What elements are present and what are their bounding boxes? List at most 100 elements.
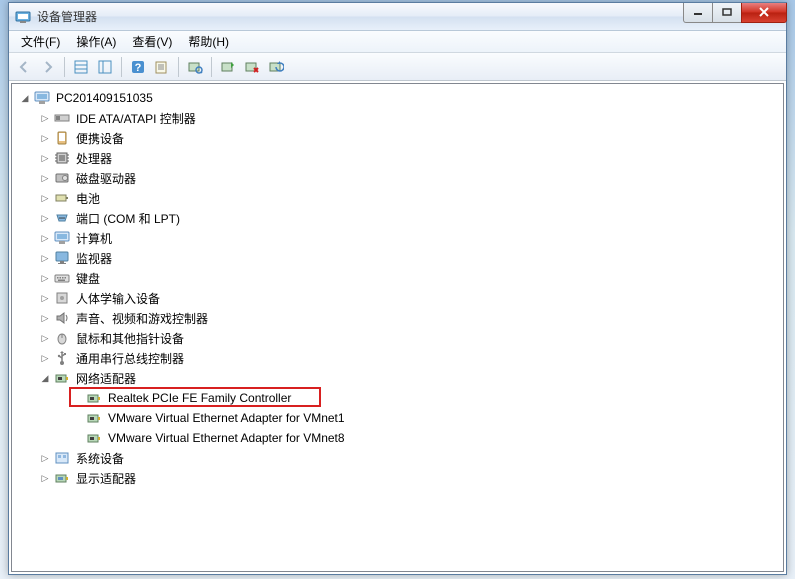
tree-category-battery[interactable]: ▷ 电池 bbox=[14, 188, 781, 208]
expand-icon[interactable]: ▷ bbox=[38, 331, 52, 345]
keyboard-icon bbox=[54, 270, 70, 286]
expand-icon[interactable]: ▷ bbox=[38, 211, 52, 225]
expand-icon[interactable]: ▷ bbox=[38, 251, 52, 265]
tree-label: 计算机 bbox=[74, 229, 114, 248]
tree-item-vmnet8[interactable]: VMware Virtual Ethernet Adapter for VMne… bbox=[14, 428, 781, 448]
tree-category-sound[interactable]: ▷ 声音、视频和游戏控制器 bbox=[14, 308, 781, 328]
view-list-button[interactable] bbox=[70, 56, 92, 78]
network-adapter-icon bbox=[86, 390, 102, 406]
portable-device-icon bbox=[54, 130, 70, 146]
toolbar: ? bbox=[9, 53, 786, 81]
monitor-icon bbox=[54, 250, 70, 266]
close-button[interactable] bbox=[741, 3, 787, 23]
cpu-icon bbox=[54, 150, 70, 166]
app-icon bbox=[15, 9, 31, 25]
enable-button[interactable] bbox=[217, 56, 239, 78]
expand-icon[interactable]: ▷ bbox=[38, 171, 52, 185]
maximize-button[interactable] bbox=[712, 3, 742, 23]
menu-action[interactable]: 操作(A) bbox=[68, 30, 124, 53]
tree-label: 声音、视频和游戏控制器 bbox=[74, 309, 210, 328]
tree-spacer bbox=[70, 411, 84, 425]
tree-category-computer[interactable]: ▷ 计算机 bbox=[14, 228, 781, 248]
computer-icon bbox=[34, 90, 50, 106]
tree-label: 显示适配器 bbox=[74, 469, 138, 488]
tree-category-display[interactable]: ▷ 显示适配器 bbox=[14, 468, 781, 488]
menubar: 文件(F) 操作(A) 查看(V) 帮助(H) bbox=[9, 31, 786, 53]
expand-icon[interactable]: ▷ bbox=[38, 291, 52, 305]
tree-category-usb[interactable]: ▷ 通用串行总线控制器 bbox=[14, 348, 781, 368]
tree-category-keyboard[interactable]: ▷ 键盘 bbox=[14, 268, 781, 288]
expand-icon[interactable]: ▷ bbox=[38, 471, 52, 485]
menu-view[interactable]: 查看(V) bbox=[124, 30, 180, 53]
mouse-icon bbox=[54, 330, 70, 346]
tree-item-realtek[interactable]: Realtek PCIe FE Family Controller bbox=[14, 388, 781, 408]
tree-category-ports[interactable]: ▷ 端口 (COM 和 LPT) bbox=[14, 208, 781, 228]
tree-label: 系统设备 bbox=[74, 449, 126, 468]
toolbar-separator bbox=[178, 57, 179, 77]
tree-label: PC201409151035 bbox=[54, 90, 155, 106]
properties-button[interactable] bbox=[151, 56, 173, 78]
system-device-icon bbox=[54, 450, 70, 466]
display-adapter-icon bbox=[54, 470, 70, 486]
tree-category-system[interactable]: ▷ 系统设备 bbox=[14, 448, 781, 468]
tree-category-monitor[interactable]: ▷ 监视器 bbox=[14, 248, 781, 268]
expand-icon[interactable]: ▷ bbox=[38, 351, 52, 365]
toolbar-separator bbox=[211, 57, 212, 77]
expand-icon[interactable]: ▷ bbox=[38, 311, 52, 325]
tree-label: 网络适配器 bbox=[74, 369, 138, 388]
tree-label: 磁盘驱动器 bbox=[74, 169, 138, 188]
expand-icon[interactable]: ▷ bbox=[38, 451, 52, 465]
expand-icon[interactable]: ▷ bbox=[38, 231, 52, 245]
update-driver-button[interactable] bbox=[265, 56, 287, 78]
window-title: 设备管理器 bbox=[37, 8, 684, 25]
expand-icon[interactable]: ▷ bbox=[38, 191, 52, 205]
tree-spacer bbox=[70, 391, 84, 405]
expand-icon[interactable]: ▷ bbox=[38, 151, 52, 165]
expand-icon[interactable]: ▷ bbox=[38, 271, 52, 285]
toolbar-separator bbox=[121, 57, 122, 77]
menu-file[interactable]: 文件(F) bbox=[13, 30, 68, 53]
tree-label: 便携设备 bbox=[74, 129, 126, 148]
back-button[interactable] bbox=[13, 56, 35, 78]
window-controls bbox=[684, 3, 787, 23]
port-icon bbox=[54, 210, 70, 226]
tree-category-disk[interactable]: ▷ 磁盘驱动器 bbox=[14, 168, 781, 188]
tree-category-cpu[interactable]: ▷ 处理器 bbox=[14, 148, 781, 168]
disk-drive-icon bbox=[54, 170, 70, 186]
tree-category-ide[interactable]: ▷ IDE ATA/ATAPI 控制器 bbox=[14, 108, 781, 128]
tree-label: Realtek PCIe FE Family Controller bbox=[106, 390, 293, 406]
tree-spacer bbox=[70, 431, 84, 445]
uninstall-button[interactable] bbox=[241, 56, 263, 78]
tree-root[interactable]: ◢ PC201409151035 bbox=[14, 88, 781, 108]
tree-label: 端口 (COM 和 LPT) bbox=[74, 209, 182, 228]
menu-help[interactable]: 帮助(H) bbox=[180, 30, 237, 53]
tree-category-mouse[interactable]: ▷ 鼠标和其他指针设备 bbox=[14, 328, 781, 348]
svg-text:?: ? bbox=[135, 62, 142, 74]
scan-hardware-button[interactable] bbox=[184, 56, 206, 78]
tree-category-network[interactable]: ◢ 网络适配器 bbox=[14, 368, 781, 388]
help-button[interactable]: ? bbox=[127, 56, 149, 78]
tree-label: 电池 bbox=[74, 189, 102, 208]
collapse-icon[interactable]: ◢ bbox=[18, 91, 32, 105]
device-manager-window: 设备管理器 文件(F) 操作(A) 查看(V) 帮助(H) bbox=[8, 2, 787, 575]
tree-category-hid[interactable]: ▷ 人体学输入设备 bbox=[14, 288, 781, 308]
device-tree[interactable]: ◢ PC201409151035 ▷ IDE ATA/ATAPI 控制器 ▷ 便… bbox=[11, 83, 784, 572]
collapse-icon[interactable]: ◢ bbox=[38, 371, 52, 385]
network-adapter-icon bbox=[54, 370, 70, 386]
ide-controller-icon bbox=[54, 110, 70, 126]
tree-label: 处理器 bbox=[74, 149, 114, 168]
titlebar[interactable]: 设备管理器 bbox=[9, 3, 786, 31]
tree-item-vmnet1[interactable]: VMware Virtual Ethernet Adapter for VMne… bbox=[14, 408, 781, 428]
expand-icon[interactable]: ▷ bbox=[38, 111, 52, 125]
tree-category-portable[interactable]: ▷ 便携设备 bbox=[14, 128, 781, 148]
network-adapter-icon bbox=[86, 430, 102, 446]
computer-icon bbox=[54, 230, 70, 246]
view-detail-button[interactable] bbox=[94, 56, 116, 78]
sound-icon bbox=[54, 310, 70, 326]
tree-label: 人体学输入设备 bbox=[74, 289, 162, 308]
forward-button[interactable] bbox=[37, 56, 59, 78]
minimize-button[interactable] bbox=[683, 3, 713, 23]
expand-icon[interactable]: ▷ bbox=[38, 131, 52, 145]
battery-icon bbox=[54, 190, 70, 206]
tree-label: 监视器 bbox=[74, 249, 114, 268]
